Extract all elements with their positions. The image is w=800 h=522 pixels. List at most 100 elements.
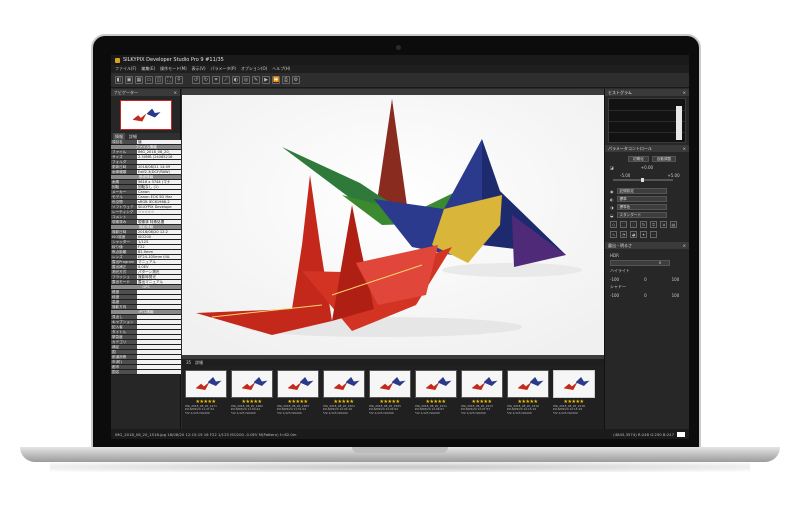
menu-help[interactable]: ヘルプ(H) — [272, 66, 290, 72]
rotate-left-icon[interactable]: ↺ — [192, 76, 200, 84]
info-value[interactable]: マニュアル — [137, 260, 181, 264]
filmstrip-item[interactable]: ★★★★★ IMG_2018_08_20_1516 2018/08/20 12:15… — [506, 370, 549, 425]
menu-file[interactable]: ファイル(F) — [115, 66, 136, 72]
crop-icon[interactable]: ⌗ — [650, 221, 657, 228]
shift-icon[interactable]: ⇲ — [660, 221, 667, 228]
info-value[interactable]: ISO200 — [137, 235, 181, 239]
hsl-icon[interactable]: ✦ — [640, 231, 647, 238]
filmstrip-thumbnail[interactable] — [184, 370, 227, 398]
image-viewer[interactable] — [182, 89, 604, 359]
open-folder-icon[interactable]: ◧ — [115, 76, 123, 84]
info-value[interactable]: SILKYPIX Develope — [137, 205, 181, 209]
info-value[interactable]: 現像済 特殊処置 — [137, 220, 181, 224]
info-value[interactable]: F22 — [137, 245, 181, 249]
info-value[interactable]: 2018/08/20 12:2 — [137, 230, 181, 234]
close-icon[interactable]: × — [683, 89, 686, 96]
close-icon[interactable]: × — [683, 145, 686, 152]
zoom-icon[interactable]: ⚲ — [175, 76, 183, 84]
close-icon[interactable]: × — [683, 242, 686, 249]
info-value[interactable]: sRGB IEC61966-2 — [137, 200, 181, 204]
info-value[interactable] — [137, 315, 181, 319]
filmstrip-thumbnail[interactable] — [414, 370, 457, 398]
info-value[interactable]: 82.0mm — [137, 250, 181, 254]
batch-develop-icon[interactable]: ⏩ — [272, 76, 280, 84]
noise-icon[interactable]: ∷ — [620, 221, 627, 228]
filmstrip-item[interactable]: ★★★★★ IMG_2018_08_20_1471 2018/08/20 11:47… — [184, 370, 227, 425]
info-value[interactable]: 露出マニュアル — [137, 280, 181, 284]
info-value[interactable]: 2018/08/21 14:09 — [137, 165, 181, 169]
reset-button[interactable]: 初期化 — [628, 156, 649, 162]
dodge-icon[interactable]: ◔ — [620, 231, 627, 238]
menu-parameter[interactable]: パラメータ(P) — [211, 66, 236, 72]
fill-icon[interactable]: ▤ — [670, 221, 677, 228]
info-value[interactable]: Canon EOS 5D Mar — [137, 195, 181, 199]
preview-image[interactable] — [182, 95, 604, 355]
filmstrip-item[interactable]: ★★★★★ IMG_2018_08_20_1518 2018/08/20 12:15… — [552, 370, 595, 425]
rotate-icon[interactable]: ↻ — [640, 221, 647, 228]
info-value[interactable] — [137, 350, 181, 354]
print-icon[interactable]: ⎙ — [282, 76, 290, 84]
tab-info[interactable]: 情報 — [113, 133, 125, 140]
info-value[interactable] — [137, 345, 181, 349]
filmstrip-item[interactable]: ★★★★★ IMG_2018_08_20_1501 2018/08/20 12:02… — [322, 370, 365, 425]
info-value[interactable]: ☆☆☆☆☆ — [137, 210, 181, 214]
info-value[interactable] — [137, 335, 181, 339]
info-value[interactable] — [137, 305, 181, 309]
menu-option[interactable]: オプション(O) — [241, 66, 267, 72]
filmstrip-thumbnail[interactable] — [368, 370, 411, 398]
info-value[interactable] — [137, 325, 181, 329]
info-value[interactable]: 回転なし (1) — [137, 185, 181, 189]
auto-adjust-button[interactable]: 自動調整 — [651, 156, 677, 162]
tone-field[interactable]: 標準 — [616, 196, 667, 202]
info-value[interactable]: Exif2.3(DCF/RAW) — [137, 170, 181, 174]
exposure-slider[interactable] — [613, 178, 673, 182]
info-value[interactable]: パターン測光 — [137, 270, 181, 274]
info-value[interactable] — [137, 370, 181, 374]
filmstrip-item[interactable]: ★★★★★ IMG_2018_08_20_1505 2018/08/20 12:04… — [368, 370, 411, 425]
white-balance-icon[interactable]: ◐ — [232, 76, 240, 84]
filmstrip-item[interactable]: ★★★★★ IMG_2018_08_20_1483 2018/08/20 11:51… — [276, 370, 319, 425]
curve-icon[interactable]: ∿ — [610, 231, 617, 238]
style-field[interactable]: スタンダード — [616, 212, 667, 218]
info-value[interactable] — [137, 360, 181, 364]
filmstrip-item[interactable]: ★★★★★ IMG_2018_08_20_1482 2018/08/20 11:50… — [230, 370, 273, 425]
info-value[interactable]: IMG_2018_08_20_ — [137, 150, 181, 154]
fullscreen-icon[interactable]: ⛶ — [165, 76, 173, 84]
filmstrip-mode[interactable]: 詳細 — [195, 360, 203, 366]
info-value[interactable] — [137, 330, 181, 334]
info-value[interactable] — [137, 320, 181, 324]
hdr-value[interactable]: 0 — [610, 260, 670, 266]
lens-icon[interactable]: ◌ — [630, 221, 637, 228]
info-value[interactable] — [137, 365, 181, 369]
filmstrip-item[interactable]: ★★★★★ IMG_2018_08_20_1511 2018/08/20 12:06… — [414, 370, 457, 425]
filmstrip-thumbnail[interactable] — [552, 370, 595, 398]
slider-knob[interactable] — [641, 178, 644, 182]
info-value[interactable] — [137, 340, 181, 344]
info-value[interactable]: 5616 x 3744 (マナ — [137, 180, 181, 184]
settings-icon[interactable]: ⚙ — [292, 76, 300, 84]
compare-view-icon[interactable]: ◫ — [155, 76, 163, 84]
rotate-right-icon[interactable]: ↻ — [202, 76, 210, 84]
filmstrip-item[interactable]: ★★★★★ IMG_2018_08_20_1513 2018/08/20 12:07… — [460, 370, 503, 425]
straighten-icon[interactable]: ⟋ — [222, 76, 230, 84]
tab-detail[interactable]: 詳細 — [127, 133, 139, 140]
filmstrip-thumbnail[interactable] — [322, 370, 365, 398]
filmstrip-thumbnail[interactable] — [276, 370, 319, 398]
highlight-value[interactable]: 0 — [644, 277, 647, 282]
info-value[interactable]: 値 — [137, 140, 181, 144]
menu-mode[interactable]: 操作モード(M) — [160, 66, 187, 72]
info-value[interactable]: Canon — [137, 190, 181, 194]
filmstrip-thumbnail[interactable] — [460, 370, 503, 398]
color-field[interactable]: 標準色 — [616, 204, 667, 210]
crop-icon[interactable]: ⌗ — [212, 76, 220, 84]
filmstrip-thumbnail[interactable] — [230, 370, 273, 398]
thumbnail-view-icon[interactable]: ▦ — [135, 76, 143, 84]
navigator-panel[interactable] — [111, 96, 180, 133]
spot-icon[interactable]: ◎ — [242, 76, 250, 84]
sharpness-icon[interactable]: ◇ — [610, 221, 617, 228]
info-value[interactable] — [137, 215, 181, 219]
menu-edit[interactable]: 編集(E) — [141, 66, 155, 72]
info-value[interactable] — [137, 295, 181, 299]
color-balance-icon[interactable]: ◕ — [630, 231, 637, 238]
single-view-icon[interactable]: ▭ — [145, 76, 153, 84]
